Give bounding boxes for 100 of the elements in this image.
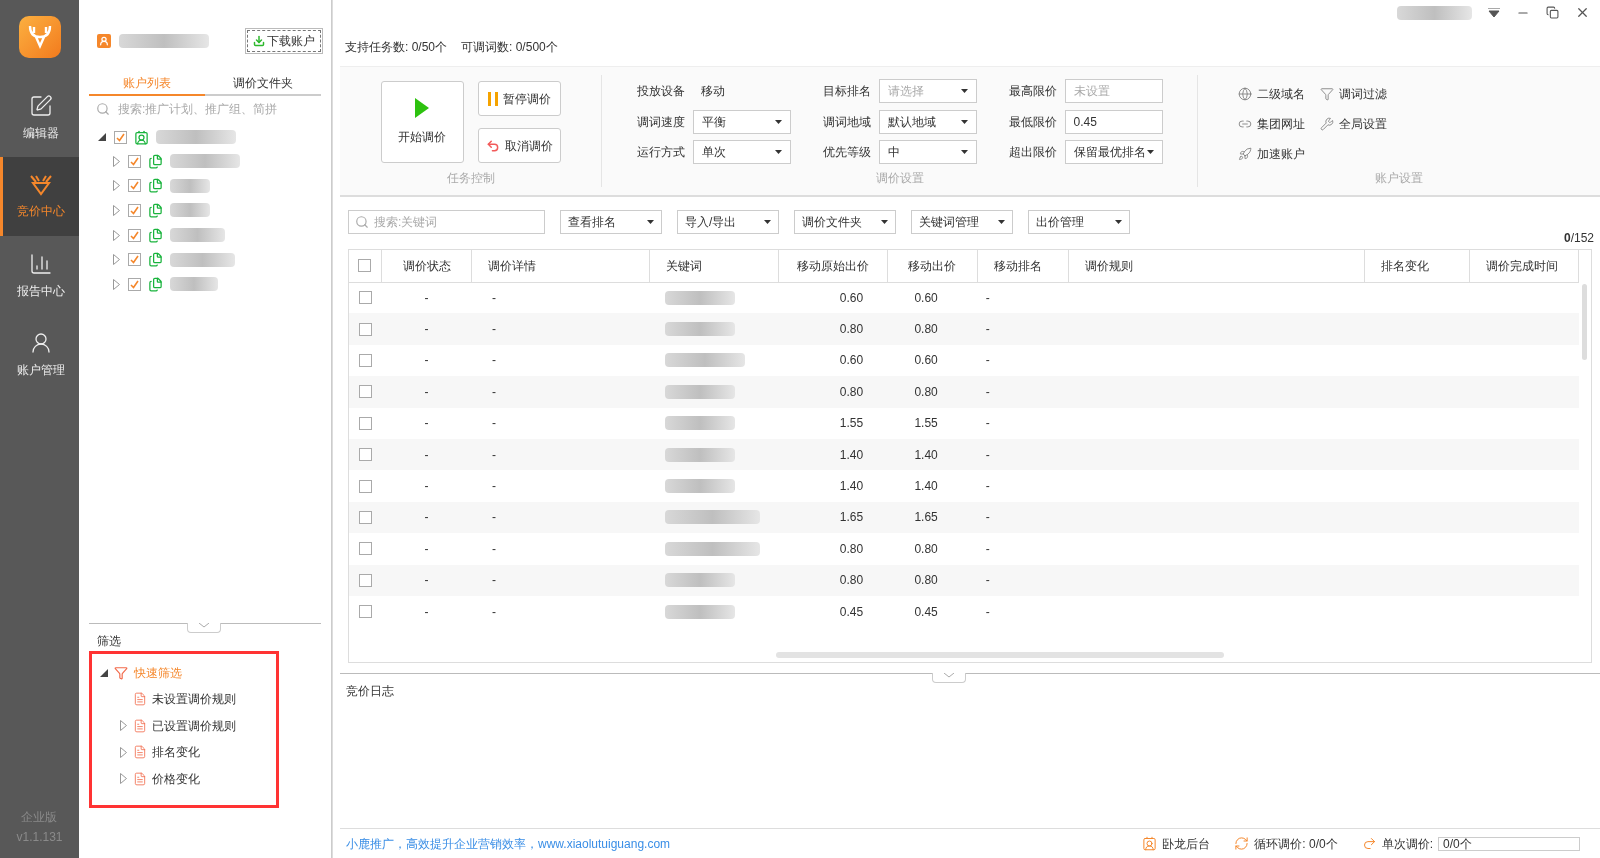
select-field[interactable]: 保留最优排名 [1064,140,1163,165]
settings-link[interactable]: 二级域名 [1238,79,1318,109]
collapsed-arrow-icon[interactable] [112,278,120,290]
column-header[interactable]: 关键词 [649,250,779,282]
checkbox[interactable] [358,479,372,493]
cancel-button[interactable]: 取消调价 [477,128,561,163]
table-cell: 1.40 [778,470,888,502]
checkbox[interactable] [358,322,372,336]
panel-tab[interactable]: 调价文件夹 [205,72,321,96]
collapsed-arrow-icon[interactable] [112,180,120,192]
checkbox[interactable] [128,277,141,291]
checkbox[interactable] [358,448,372,462]
table-cell: 1.55 [887,407,978,439]
filter-item[interactable]: 未设置调价规则 [152,690,236,709]
field-value: 移动 [699,83,726,100]
caret-icon [774,119,782,124]
pause-button[interactable]: 暂停调价 [477,81,561,116]
table-cell: - [381,595,472,628]
menu-dropdown[interactable]: 查看排名 [560,210,662,234]
download-account-button[interactable]: 下载账户 [247,30,321,52]
menu-dropdown[interactable]: 导入/导出 [677,210,779,234]
menu-dropdown[interactable]: 关键词管理 [911,210,1013,234]
column-header[interactable]: 调价完成时间 [1469,250,1579,282]
nav-item[interactable]: 编辑器 [0,78,79,157]
table-cell: 1.40 [887,470,978,502]
checkbox[interactable] [358,605,372,619]
collapsed-arrow-icon[interactable] [119,773,127,785]
collapsed-arrow-icon[interactable] [112,155,120,167]
vertical-scrollbar[interactable] [1582,284,1587,360]
collapsed-arrow-icon[interactable] [119,720,127,732]
checkbox[interactable] [128,179,141,193]
link-icon [1238,117,1252,131]
settings-link[interactable]: 调词过滤 [1320,79,1400,109]
nav-item[interactable]: 竞价中心 [0,157,79,236]
table-cell: 0.80 [778,376,888,408]
collapse-handle[interactable] [187,623,221,633]
table-cell: - [381,313,472,345]
menu-dropdown[interactable]: 调价文件夹 [794,210,896,234]
select-field[interactable]: 单次 [692,140,791,165]
settings-link[interactable]: 全局设置 [1320,109,1400,139]
checkbox[interactable] [128,154,141,168]
blurred-text [665,290,736,305]
collapsed-arrow-icon[interactable] [112,205,120,216]
checkbox[interactable] [358,542,372,556]
collapse-handle[interactable] [932,673,966,683]
collapsed-arrow-icon[interactable] [119,746,127,758]
close-icon[interactable] [1575,5,1590,20]
table-cell: - [977,407,1069,439]
nav-item[interactable]: 报告中心 [0,236,79,315]
checkbox[interactable] [358,573,372,587]
table-cell: - [471,501,650,534]
field-label: 优先等级 [822,144,871,162]
column-header[interactable]: 调价详情 [471,250,650,282]
checkbox[interactable] [128,228,141,242]
restore-icon[interactable] [1546,6,1559,19]
settings-link[interactable]: 加速账户 [1238,139,1318,169]
settings-link[interactable]: 集团网址 [1238,109,1318,139]
column-header[interactable]: 移动原始出价 [778,250,888,282]
menu-dropdown[interactable]: 出价管理 [1028,210,1130,234]
checkbox[interactable] [114,130,127,144]
expanded-arrow-icon[interactable] [100,669,108,677]
blurred-text [665,479,736,494]
column-header[interactable]: 调价规则 [1068,250,1365,282]
table-cell: 0.60 [778,344,888,377]
filter-item[interactable]: 价格变化 [152,769,200,788]
slogan-link[interactable]: 小鹿推广，高效提升企业营销效率，www.xiaolutuiguang.com [346,834,671,853]
table-cell: 1.65 [887,501,978,534]
start-button[interactable]: 开始调价 [380,81,464,163]
input-field[interactable]: 0.45 [1064,109,1163,134]
column-header[interactable]: 移动排名 [977,250,1069,282]
edit-icon [29,93,53,118]
collapsed-arrow-icon[interactable] [112,254,120,266]
table-cell: 1.40 [778,438,888,471]
nav-item[interactable]: 账户管理 [0,315,79,394]
table-cell: - [471,564,650,596]
checkbox[interactable] [128,204,141,217]
column-header[interactable]: 调价状态 [381,250,472,282]
selection-count: 0/152 [1563,230,1594,247]
filter-item[interactable]: 排名变化 [152,743,200,762]
column-header[interactable]: 移动出价 [887,250,978,282]
filter-item[interactable]: 已设置调价规则 [152,716,236,735]
checkbox[interactable] [128,253,141,267]
select-field[interactable]: 中 [878,140,977,165]
column-header[interactable]: 排名变化 [1364,250,1470,282]
document-icon [133,771,147,786]
checkbox[interactable] [358,291,372,305]
dropdown-icon[interactable] [1488,8,1500,17]
horizontal-scrollbar[interactable] [776,652,1224,658]
checkbox[interactable] [358,416,372,430]
download-icon [253,35,265,47]
checkbox[interactable] [358,385,372,399]
select-field[interactable]: 平衡 [692,109,791,134]
select-field[interactable]: 默认地域 [878,109,977,134]
blurred-text [665,416,736,431]
checkbox[interactable] [358,259,372,273]
collapsed-arrow-icon[interactable] [112,229,120,241]
field-label: 调词速度 [636,113,685,131]
expanded-arrow-icon[interactable] [98,133,106,141]
checkbox[interactable] [358,510,372,524]
checkbox[interactable] [358,353,372,367]
